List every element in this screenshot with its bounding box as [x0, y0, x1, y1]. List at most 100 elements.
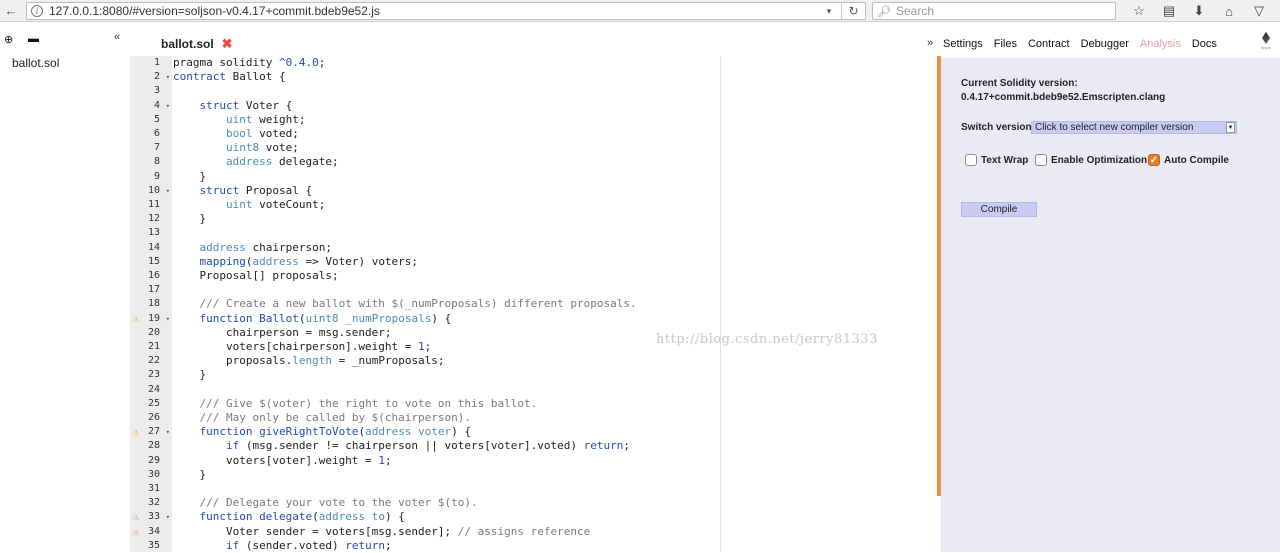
code-line[interactable]: }	[173, 468, 206, 482]
url-dropdown-icon[interactable]: ▾	[821, 3, 837, 19]
optimization-option[interactable]: Enable Optimization	[1035, 154, 1147, 166]
code-line[interactable]: struct Proposal {	[173, 184, 313, 198]
fold-icon[interactable]: ▾	[166, 510, 170, 524]
fold-icon[interactable]: ▾	[166, 184, 170, 198]
text-wrap-checkbox[interactable]	[965, 154, 977, 166]
code-line[interactable]: chairperson = msg.sender;	[173, 326, 392, 340]
code-area[interactable]: pragma solidity ^0.4.0; contract Ballot {…	[172, 56, 938, 552]
auto-compile-checkbox[interactable]: ✓	[1148, 154, 1160, 166]
fold-icon[interactable]: ▾	[166, 70, 170, 84]
gutter-line: 26	[130, 411, 172, 425]
url-bar[interactable]: i 127.0.0.1:8080/#version=soljson-v0.4.1…	[26, 2, 866, 20]
gutter-line: 11	[130, 198, 172, 212]
gutter-line: ⚠ 27 ▾	[130, 425, 172, 439]
code-line[interactable]: }	[173, 212, 206, 226]
code-line[interactable]: /// May only be called by $(chairperson)…	[173, 411, 472, 425]
warning-icon[interactable]: ⚠	[133, 313, 139, 327]
folder-icon[interactable]: ▬	[28, 33, 52, 45]
browser-toolbar: ← i 127.0.0.1:8080/#version=soljson-v0.4…	[0, 0, 1280, 22]
line-number: 21	[147, 341, 160, 352]
tab-settings[interactable]: Settings	[943, 38, 983, 50]
add-file-icon[interactable]: ⊕	[4, 33, 28, 46]
code-line[interactable]: address chairperson;	[173, 241, 332, 255]
code-line[interactable]: voters[voter].weight = 1;	[173, 454, 392, 468]
code-editor[interactable]: 1 2 ▾ 3 4 ▾ 5 6 7 8 9 10 ▾ 11 12 13 14 15 16 17 18 ⚠ 19 ▾ 20 21 22…	[130, 56, 938, 552]
compile-button[interactable]: Compile	[961, 202, 1037, 217]
line-number: 2	[153, 71, 160, 83]
gutter-line: 22	[130, 354, 172, 368]
line-number: 5	[153, 113, 160, 125]
tab-ballot-sol[interactable]: ballot.sol ✖	[161, 36, 233, 52]
home-icon[interactable]: ⌂	[1214, 0, 1244, 22]
info-icon[interactable]: i	[31, 5, 43, 17]
tab-contract[interactable]: Contract	[1028, 38, 1070, 50]
gutter-line: 4 ▾	[130, 99, 172, 113]
code-line[interactable]: function delegate(address to) {	[173, 510, 405, 524]
code-line[interactable]: bool voted;	[173, 127, 299, 141]
code-line[interactable]: function Ballot(uint8 _numProposals) {	[173, 312, 452, 326]
code-line[interactable]: uint weight;	[173, 113, 305, 127]
gutter-line: 9	[130, 170, 172, 184]
gutter-line: 20	[130, 326, 172, 340]
gutter-line: 24	[130, 383, 172, 397]
code-line[interactable]: if (sender.voted) return;	[173, 539, 392, 553]
code-line[interactable]: }	[173, 170, 206, 184]
code-line[interactable]: voters[chairperson].weight = 1;	[173, 340, 431, 354]
code-line[interactable]: proposals.length = _numProposals;	[173, 354, 445, 368]
code-line[interactable]: /// Delegate your vote to the voter $(to…	[173, 496, 478, 510]
search-input[interactable]: 🔎︎ Search	[872, 2, 1116, 20]
warning-icon[interactable]: ⚠	[133, 526, 139, 540]
menu-icon[interactable]: ≡	[1274, 0, 1280, 22]
tab-docs[interactable]: Docs	[1192, 38, 1217, 50]
code-line[interactable]: }	[173, 368, 206, 382]
gutter-line: 18	[130, 297, 172, 311]
line-number: 26	[147, 412, 160, 423]
warning-icon[interactable]: ⚠	[133, 511, 139, 525]
fold-icon[interactable]: ▾	[166, 312, 170, 326]
code-line[interactable]: mapping(address => Voter) voters;	[173, 255, 419, 269]
fold-icon[interactable]: ▾	[166, 99, 170, 113]
reload-icon[interactable]: ↻	[841, 3, 865, 19]
code-line[interactable]: if (msg.sender != chairperson || voters[…	[173, 439, 630, 453]
code-line[interactable]: function giveRightToVote(address voter) …	[173, 425, 472, 439]
code-line[interactable]: address delegate;	[173, 155, 339, 169]
code-line[interactable]: Voter sender = voters[msg.sender]; // as…	[173, 525, 590, 539]
optimization-checkbox[interactable]	[1035, 154, 1047, 166]
line-number: 33	[147, 511, 160, 523]
line-number: 30	[147, 468, 160, 480]
code-line[interactable]: uint8 vote;	[173, 141, 299, 155]
auto-compile-option[interactable]: ✓ Auto Compile	[1148, 154, 1229, 166]
code-line[interactable]: /// Give $(voter) the right to vote on t…	[173, 397, 538, 411]
gutter-line: 13	[130, 226, 172, 240]
close-icon[interactable]: ✖	[222, 36, 233, 52]
code-line[interactable]: contract Ballot {	[173, 70, 286, 84]
gutter-line: 23	[130, 368, 172, 382]
code-line[interactable]: uint voteCount;	[173, 198, 325, 212]
text-wrap-label: Text Wrap	[981, 154, 1029, 166]
collapse-left-icon[interactable]: «	[114, 31, 120, 43]
code-line[interactable]: pragma solidity ^0.4.0;	[173, 56, 325, 70]
text-wrap-option[interactable]: Text Wrap	[965, 154, 1028, 166]
reading-list-icon[interactable]: ▤	[1154, 0, 1184, 22]
gutter-line: 6	[130, 127, 172, 141]
code-line[interactable]: /// Create a new ballot with $(_numPropo…	[173, 297, 637, 311]
warning-icon[interactable]: ⚠	[133, 426, 139, 440]
code-line[interactable]: Proposal[] proposals;	[173, 269, 338, 283]
file-item-ballot[interactable]: ballot.sol	[12, 56, 59, 70]
gutter-line: 28	[130, 439, 172, 453]
fold-icon[interactable]: ▾	[166, 425, 170, 439]
chevron-down-icon[interactable]: ▼	[1226, 122, 1235, 133]
pocket-icon[interactable]: ▽	[1244, 0, 1274, 22]
editor-tabbar: ballot.sol ✖	[130, 30, 938, 56]
line-number: 28	[147, 440, 160, 452]
back-arrow-icon[interactable]: ←	[0, 0, 22, 22]
code-line[interactable]: struct Voter {	[173, 99, 293, 113]
collapse-right-icon[interactable]: »	[927, 37, 933, 49]
version-select[interactable]: Click to select new compiler version ▼	[1031, 121, 1237, 134]
download-icon[interactable]: ⬇	[1184, 0, 1214, 22]
tab-analysis[interactable]: Analysis	[1140, 38, 1181, 50]
line-number: 34	[147, 525, 160, 537]
tab-debugger[interactable]: Debugger	[1081, 38, 1129, 50]
tab-files[interactable]: Files	[994, 38, 1017, 50]
bookmark-star-icon[interactable]: ☆	[1124, 0, 1154, 22]
